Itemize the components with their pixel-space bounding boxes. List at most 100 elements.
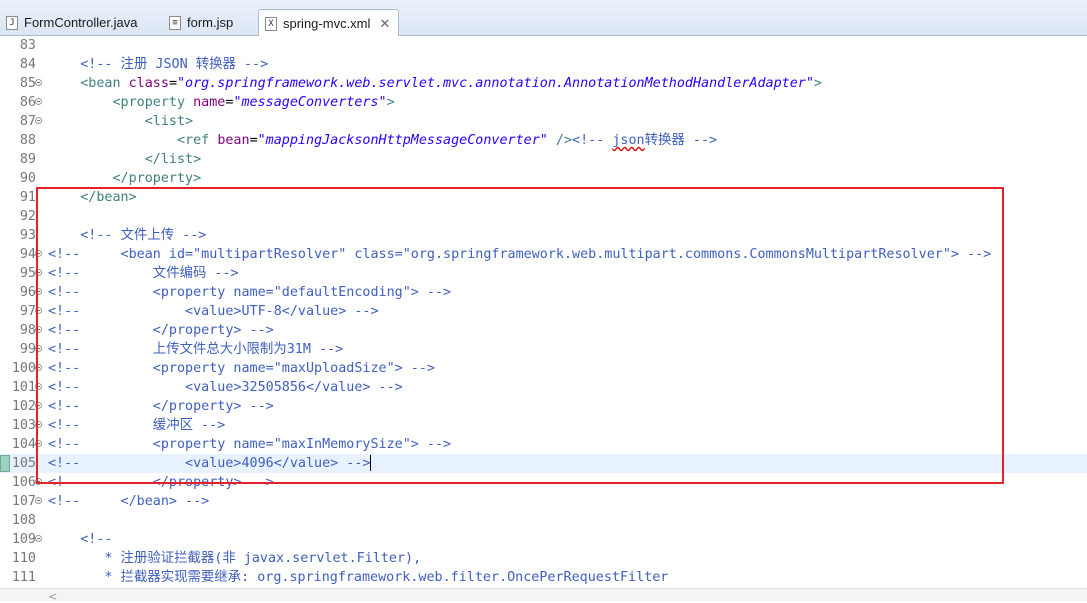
line-number: 107 <box>11 494 36 509</box>
line-code: <ref bean="mappingJacksonHttpMessageConv… <box>48 131 717 150</box>
code-editor[interactable]: 83 84 <!-- 注册 JSON 转换器 --> 85 <bean class=… <box>0 36 1087 588</box>
fold-toggle-icon[interactable] <box>35 98 42 105</box>
code-line[interactable]: 83 <box>0 36 1087 55</box>
fold-toggle-icon[interactable] <box>35 288 42 295</box>
fold-toggle-icon[interactable] <box>35 402 42 409</box>
code-line[interactable]: 92 <box>0 207 1087 226</box>
fold-toggle-icon[interactable] <box>35 269 42 276</box>
code-token: /> <box>547 133 573 148</box>
code-line[interactable]: 100 <!-- <property name="maxUploadSize"> … <box>0 359 1087 378</box>
code-line[interactable]: 90 </property> <box>0 169 1087 188</box>
tab-spring-mvc-xml[interactable]: X spring-mvc.xml ✕ <box>258 9 400 37</box>
code-line[interactable]: 99 <!-- 上传文件总大小限制为31M --> <box>0 340 1087 359</box>
code-line[interactable]: 106 <!-- </property> --> <box>0 473 1087 492</box>
code-token: * 注册验证拦截器(非 javax.servlet.Filter), <box>48 551 422 566</box>
code-line[interactable]: 91 </bean> <box>0 188 1087 207</box>
fold-toggle-icon[interactable] <box>35 345 42 352</box>
code-token: = <box>168 76 177 91</box>
line-number: 86 <box>19 95 36 110</box>
code-token: <!-- <box>80 532 113 547</box>
line-number: 111 <box>11 570 36 585</box>
code-line[interactable]: 101 <!-- <value>32505856</value> --> <box>0 378 1087 397</box>
tab-formcontroller-java[interactable]: J FormController.java <box>0 9 145 36</box>
line-number: 110 <box>11 551 36 566</box>
code-token: <!-- 文件上传 --> <box>80 228 207 243</box>
tab-form-jsp[interactable]: ≡ form.jsp <box>163 9 241 36</box>
code-line[interactable]: 107 <!-- </bean> --> <box>0 492 1087 511</box>
jsp-file-icon: ≡ <box>169 15 181 30</box>
code-line[interactable]: 108 <box>0 511 1087 530</box>
code-line[interactable]: 87 <list> <box>0 112 1087 131</box>
line-number: 99 <box>19 342 36 357</box>
line-number: 89 <box>19 152 36 167</box>
fold-toggle-icon[interactable] <box>35 383 42 390</box>
code-token: <!-- 缓冲区 --> <box>48 418 226 433</box>
code-token: </list> <box>144 152 202 167</box>
line-code: <!-- <box>48 530 113 549</box>
line-code: <!-- 缓冲区 --> <box>48 416 225 435</box>
line-number: 102 <box>11 399 36 414</box>
fold-toggle-icon[interactable] <box>35 421 42 428</box>
code-line[interactable]: 96 <!-- <property name="defaultEncoding">… <box>0 283 1087 302</box>
line-number: 93 <box>19 228 36 243</box>
code-line[interactable]: 89 </list> <box>0 150 1087 169</box>
code-line[interactable]: 110 * 注册验证拦截器(非 javax.servlet.Filter), <box>0 549 1087 568</box>
code-line[interactable]: 85 <bean class="org.springframework.web.… <box>0 74 1087 93</box>
tab-label: FormController.java <box>24 15 138 30</box>
fold-toggle-icon[interactable] <box>35 250 42 257</box>
fold-toggle-icon[interactable] <box>35 497 42 504</box>
code-token: <!-- 注册 JSON 转换器 --> <box>80 57 269 72</box>
fold-toggle-icon[interactable] <box>35 326 42 333</box>
fold-toggle-icon[interactable] <box>35 307 42 314</box>
line-code: <!-- 注册 JSON 转换器 --> <box>48 55 268 74</box>
line-code: <!-- </property> --> <box>48 321 274 340</box>
code-token: <!-- <value>UTF-8</value> --> <box>48 304 379 319</box>
code-line[interactable]: 97 <!-- <value>UTF-8</value> --> <box>0 302 1087 321</box>
close-icon[interactable]: ✕ <box>379 16 390 32</box>
code-line[interactable]: 103 <!-- 缓冲区 --> <box>0 416 1087 435</box>
fold-toggle-icon[interactable] <box>35 79 42 86</box>
fold-toggle-icon[interactable] <box>35 364 42 371</box>
code-line[interactable]: 105 <!-- <value>4096</value> --> <box>0 454 1087 473</box>
code-token: > <box>386 95 395 110</box>
code-line[interactable]: 109 <!-- <box>0 530 1087 549</box>
tab-label: form.jsp <box>187 15 234 30</box>
code-token: <!-- <property name="maxUploadSize"> --> <box>48 361 435 376</box>
line-code: <bean class="org.springframework.web.ser… <box>48 74 822 93</box>
line-code: </bean> <box>48 188 136 207</box>
fold-toggle-icon[interactable] <box>35 440 42 447</box>
fold-toggle-icon[interactable] <box>35 535 42 542</box>
scroll-left-arrow-icon[interactable]: < <box>48 590 57 603</box>
line-code: <!-- </property> --> <box>48 397 274 416</box>
code-line[interactable]: 88 <ref bean="mappingJacksonHttpMessageC… <box>0 131 1087 150</box>
line-number: 91 <box>19 190 36 205</box>
fold-toggle-icon[interactable] <box>35 478 42 485</box>
code-line[interactable]: 104 <!-- <property name="maxInMemorySize"… <box>0 435 1087 454</box>
line-code: * 注册验证拦截器(非 javax.servlet.Filter), <box>48 549 421 568</box>
line-code: <!-- <value>4096</value> --> <box>48 454 372 473</box>
line-code: <property name="messageConverters"> <box>48 93 395 112</box>
code-line[interactable]: 86 <property name="messageConverters"> <box>0 93 1087 112</box>
code-token: <!-- <value>32505856</value> --> <box>48 380 403 395</box>
code-line[interactable]: 98 <!-- </property> --> <box>0 321 1087 340</box>
line-code: <!-- </bean> --> <box>48 492 209 511</box>
code-line[interactable]: 111 * 拦截器实现需要继承: org.springframework.web… <box>0 568 1087 587</box>
code-token: bean <box>217 133 250 148</box>
code-token: <!-- 上传文件总大小限制为31M --> <box>48 342 344 357</box>
code-token: class <box>128 76 169 91</box>
code-line[interactable]: 95 <!-- 文件编码 --> <box>0 264 1087 283</box>
line-code: * 拦截器实现需要继承: org.springframework.web.fil… <box>48 568 668 587</box>
java-file-icon: J <box>6 15 18 30</box>
horizontal-scrollbar[interactable]: < <box>0 588 1087 603</box>
code-line[interactable]: 84 <!-- 注册 JSON 转换器 --> <box>0 55 1087 74</box>
fold-toggle-icon[interactable] <box>35 117 42 124</box>
code-line[interactable]: 102 <!-- </property> --> <box>0 397 1087 416</box>
code-token: <!-- <property name="maxInMemorySize"> -… <box>48 437 452 452</box>
code-line[interactable]: 94 <!-- <bean id="multipartResolver" clas… <box>0 245 1087 264</box>
code-line[interactable]: 93 <!-- 文件上传 --> <box>0 226 1087 245</box>
